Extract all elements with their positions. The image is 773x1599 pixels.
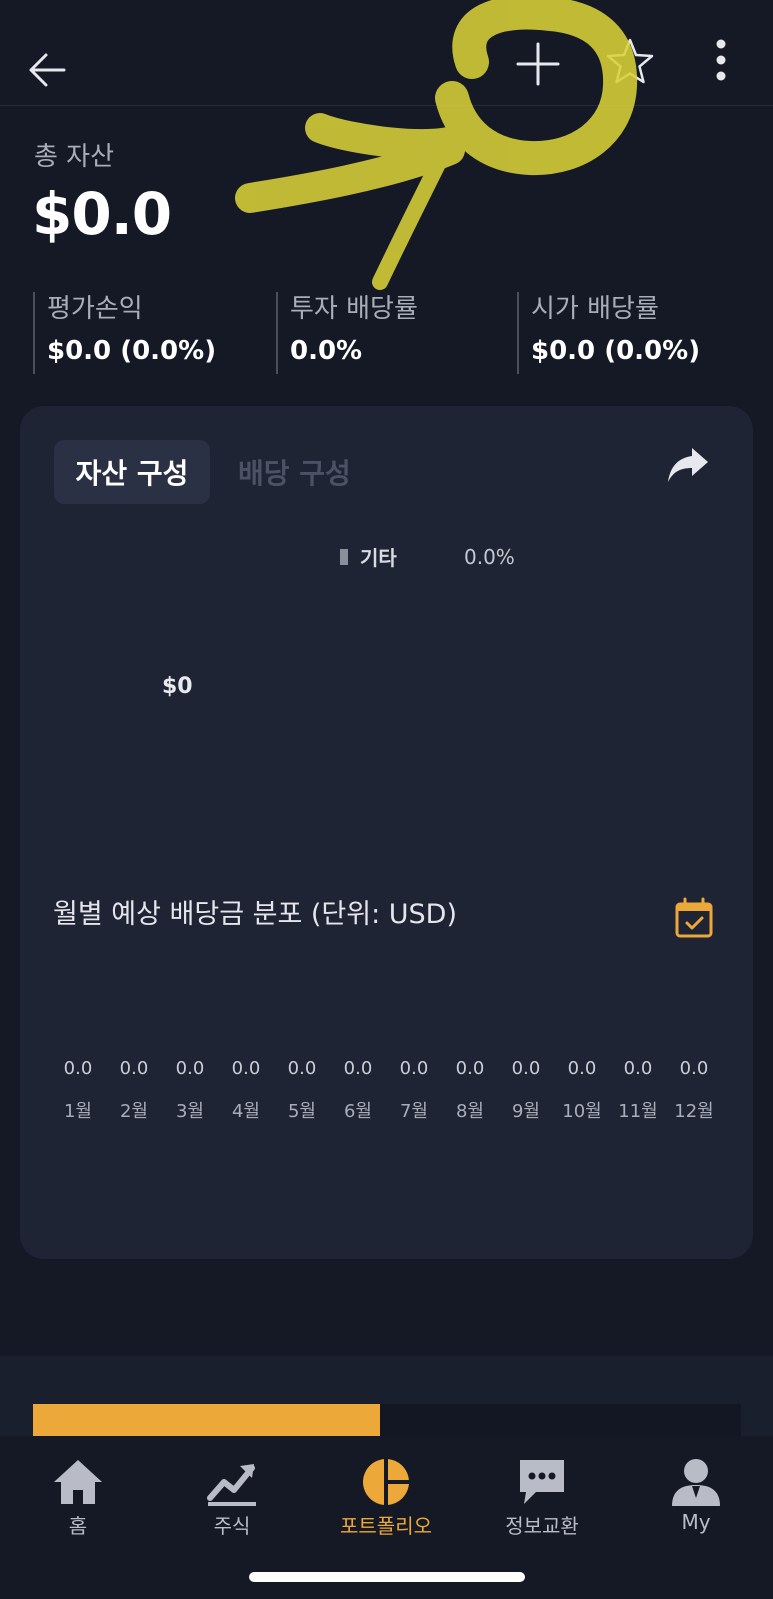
month-value-label: 0.0 [63,1058,93,1079]
month-tick-label: 1월 [63,1101,92,1122]
home-icon [54,1460,102,1504]
calendar-check-icon [675,897,713,938]
more-vertical-icon [716,39,726,81]
stat-label: 평가손익 [47,294,143,324]
tab-home[interactable]: 홈 [18,1456,138,1539]
tab-portfolio[interactable]: 포트폴리오 [326,1456,446,1539]
month-column: 0.0 4월 [218,1058,274,1123]
monthly-dividend-chart: 0.0 1월 0.0 2월 0.0 3월 0.0 4월 0.0 5월 0.0 6월 0.0 7월 0.0 8월… [50,1058,722,1123]
portfolio-composition-card: 자산 구성 배당 구성 기타 0.0% $0 월별 예상 배당금 분포 (단위:… [20,406,753,1259]
back-button[interactable] [26,48,70,92]
tab-community[interactable]: 정보교환 [482,1456,602,1539]
chat-bubble-icon [520,1460,564,1504]
home-indicator [249,1572,525,1582]
legend-label: 기타 [360,546,397,570]
month-tick-label: 7월 [399,1101,428,1122]
month-column: 0.0 5월 [274,1058,330,1123]
progress-bar-fill [33,1404,380,1436]
month-tick-label: 10월 [562,1101,602,1122]
calendar-button[interactable] [674,896,714,940]
month-column: 0.0 12월 [666,1058,722,1123]
month-column: 0.0 1월 [50,1058,106,1123]
stat-label: 시가 배당률 [531,294,659,324]
month-value-label: 0.0 [175,1058,205,1079]
month-column: 0.0 10월 [554,1058,610,1123]
month-tick-label: 9월 [511,1101,540,1122]
progress-bar [33,1404,741,1436]
legend-item: 기타 0.0% [340,542,515,571]
legend-swatch [340,548,348,565]
month-tick-label: 2월 [119,1101,148,1122]
tab-label: 주식 [213,1514,251,1538]
month-tick-label: 8월 [455,1101,484,1122]
tab-asset-composition[interactable]: 자산 구성 [54,440,210,504]
month-value-label: 0.0 [511,1058,541,1079]
total-assets-label: 총 자산 [34,142,115,172]
legend-percent: 0.0% [464,544,515,569]
month-column: 0.0 8월 [442,1058,498,1123]
month-tick-label: 12월 [674,1101,714,1122]
month-tick-label: 6월 [343,1101,372,1122]
month-value-label: 0.0 [623,1058,653,1079]
stock-chart-icon [207,1464,256,1506]
monthly-dividend-title: 월별 예상 배당금 분포 (단위: USD) [53,899,458,930]
month-column: 0.0 11월 [610,1058,666,1123]
month-tick-label: 11월 [618,1101,658,1122]
month-column: 0.0 7월 [386,1058,442,1123]
month-value-label: 0.0 [455,1058,485,1079]
month-value-label: 0.0 [343,1058,373,1079]
share-icon [668,448,708,482]
month-column: 0.0 3월 [162,1058,218,1123]
share-button[interactable] [666,446,710,486]
portfolio-pie-icon [363,1459,409,1505]
add-button[interactable] [514,40,562,88]
month-tick-label: 5월 [287,1101,316,1122]
month-value-label: 0.0 [567,1058,597,1079]
more-options-button[interactable] [704,36,738,88]
stat-value: $0.0 (0.0%) [47,336,217,366]
top-app-bar [0,0,773,106]
stat-unrealized-pnl: 평가손익 $0.0 (0.0%) [33,292,216,374]
stat-value: 0.0% [290,336,363,366]
month-value-label: 0.0 [679,1058,709,1079]
tab-my[interactable]: My [636,1456,756,1534]
stat-investment-dividend-yield: 투자 배당률 0.0% [276,292,418,374]
month-column: 0.0 6월 [330,1058,386,1123]
month-tick-label: 3월 [175,1101,204,1122]
tab-stocks[interactable]: 주식 [172,1456,292,1539]
total-assets-value: $0.0 [32,180,172,248]
tab-label: 정보교환 [505,1514,579,1538]
tab-dividend-composition[interactable]: 배당 구성 [238,440,351,504]
month-value-label: 0.0 [287,1058,317,1079]
stat-market-dividend-yield: 시가 배당률 $0.0 (0.0%) [517,292,700,374]
month-tick-label: 4월 [231,1101,260,1122]
user-icon [672,1459,720,1506]
month-value-label: 0.0 [119,1058,149,1079]
stat-label: 투자 배당률 [290,294,418,324]
arrow-left-icon [29,53,66,87]
star-icon [606,38,654,84]
month-column: 0.0 2월 [106,1058,162,1123]
tab-label: My [681,1510,711,1534]
month-column: 0.0 9월 [498,1058,554,1123]
favorite-button[interactable] [604,36,656,88]
plus-icon [516,42,560,86]
tab-label: 홈 [68,1514,88,1538]
month-value-label: 0.0 [399,1058,429,1079]
tab-label: 포트폴리오 [340,1514,432,1538]
stat-value: $0.0 (0.0%) [531,336,701,366]
month-value-label: 0.0 [231,1058,261,1079]
composition-center-value: $0 [162,674,193,699]
